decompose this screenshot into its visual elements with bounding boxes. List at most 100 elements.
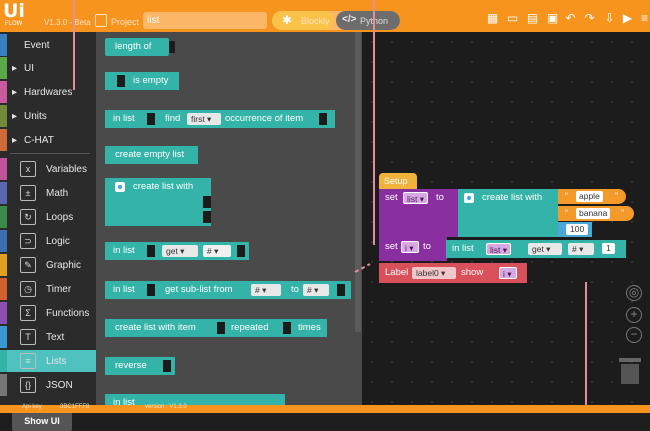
set-list-block[interactable]: set list ▾ to	[379, 189, 459, 237]
first-dropdown[interactable]: first ▾	[187, 113, 221, 125]
from-index-dropdown[interactable]: # ▾	[251, 284, 281, 296]
show-arg-dropdown[interactable]: i ▾	[499, 267, 517, 279]
run-icon[interactable]: ▶	[620, 11, 635, 26]
show-ui-button[interactable]: Show UI	[12, 411, 72, 431]
sidebar-item-math[interactable]: ± Math	[0, 182, 96, 204]
lists-icon: ≡	[20, 353, 36, 369]
block-create-empty-list[interactable]: create empty list	[105, 146, 198, 164]
functions-icon: Σ	[20, 305, 36, 321]
python-mode-button[interactable]: </> Python	[336, 11, 400, 30]
setup-hat-block[interactable]: Setup	[379, 173, 417, 189]
usb-icon[interactable]: ▤	[525, 11, 540, 26]
block-flyout: length of is empty in list find first ▾ …	[96, 32, 362, 406]
logo-subtitle: FLOW	[5, 21, 23, 27]
chat-icon[interactable]: ▭	[505, 11, 520, 26]
recenter-icon[interactable]: ◎	[626, 285, 642, 301]
label-show-block[interactable]: Label label0 ▾ show i ▾	[379, 263, 527, 283]
sidebar-item-loops[interactable]: ↻ Loops	[0, 206, 96, 228]
block-is-empty[interactable]: is empty	[105, 72, 179, 90]
menu-icon[interactable]: ≡	[637, 11, 650, 26]
sidebar-item-label: Logic	[46, 236, 70, 247]
category-sidebar: Event ▸ UI ▸ Hardwares ▸ Units ▸ C-HAT x…	[0, 32, 96, 431]
i-variable-dropdown[interactable]: i ▾	[401, 241, 419, 253]
create-list-with-block[interactable]: create list with	[458, 189, 558, 237]
get-dropdown[interactable]: get ▾	[162, 245, 198, 257]
sidebar-item-label: Text	[46, 332, 65, 343]
logic-icon: ⊃	[20, 233, 36, 249]
sidebar-item-units[interactable]: ▸ Units	[0, 105, 96, 127]
set-i-block[interactable]: set i ▾ to	[379, 237, 447, 261]
list-variable-dropdown[interactable]: list ▾	[486, 243, 512, 255]
expand-arrow-icon: ▸	[12, 111, 18, 122]
expand-arrow-icon: ▸	[12, 63, 18, 74]
sidebar-item-json[interactable]: {} JSON	[0, 374, 96, 396]
blockly-label: Blockly	[301, 16, 330, 26]
project-name-input[interactable]	[143, 12, 267, 29]
top-bar: Ui FLOW V1.3.0 - Beta Project ✱ Blockly …	[0, 0, 650, 32]
block-create-list-repeated[interactable]: create list with item repeated times	[105, 319, 327, 337]
trash-icon[interactable]	[619, 358, 641, 384]
annotation-line	[73, 0, 75, 90]
version-label: V1.3.0 - Beta	[44, 18, 91, 27]
sidebar-item-label: Functions	[46, 308, 90, 319]
block-find-occurrence[interactable]: in list find first ▾ occurrence of item	[105, 110, 335, 128]
index-value[interactable]: 1	[602, 243, 615, 254]
plus-icon[interactable]	[464, 193, 474, 203]
block-create-list-with[interactable]: create list with	[105, 178, 211, 226]
zoom-in-icon[interactable]: +	[626, 307, 642, 323]
sidebar-item-logic[interactable]: ⊃ Logic	[0, 230, 96, 252]
sidebar-item-ui[interactable]: ▸ UI	[0, 57, 96, 79]
json-icon: {}	[20, 377, 36, 393]
sidebar-item-label: JSON	[46, 380, 73, 391]
api-key-label: Api key	[22, 404, 42, 410]
sidebar-item-label: Graphic	[46, 260, 82, 271]
download-icon[interactable]: ⇩	[602, 11, 617, 26]
annotation-line	[373, 0, 375, 245]
sidebar-item-c-hat[interactable]: ▸ C-HAT	[0, 129, 96, 151]
project-icon	[95, 14, 107, 27]
string-banana-block[interactable]: “ banana ”	[558, 206, 634, 221]
project-label: Project	[111, 17, 140, 27]
sidebar-divider	[10, 153, 90, 154]
block-length-of[interactable]: length of	[105, 38, 175, 56]
app-logo: Ui	[3, 0, 25, 22]
flyout-scrollbar[interactable]	[355, 32, 361, 332]
redo-icon[interactable]: ↷	[582, 11, 597, 26]
get-dropdown[interactable]: get ▾	[528, 243, 562, 255]
graphic-icon: ✎	[20, 257, 36, 273]
terminal-icon[interactable]: ▣	[545, 11, 560, 26]
expand-arrow-icon: ▸	[12, 87, 18, 98]
index-mode-dropdown[interactable]: # ▾	[568, 243, 594, 255]
footer-version: version : V1.3.0	[145, 404, 187, 410]
sidebar-item-lists[interactable]: ≡ Lists	[0, 350, 96, 372]
sidebar-item-timer[interactable]: ◷ Timer	[0, 278, 96, 300]
block-list-get[interactable]: in list get ▾ # ▾	[105, 242, 249, 260]
sidebar-item-event[interactable]: Event	[0, 34, 96, 56]
status-bar: Api key 3BC1FFF8 version : V1.3.0	[0, 404, 650, 413]
list-variable-dropdown[interactable]: list ▾	[403, 192, 429, 204]
api-key-value: 3BC1FFF8	[60, 404, 90, 410]
sidebar-item-graphic[interactable]: ✎ Graphic	[0, 254, 96, 276]
zoom-out-icon[interactable]: −	[626, 327, 642, 343]
number-block[interactable]: 100	[558, 222, 592, 237]
index-mode-dropdown[interactable]: # ▾	[203, 245, 231, 257]
timer-icon: ◷	[20, 281, 36, 297]
to-index-dropdown[interactable]: # ▾	[303, 284, 329, 296]
device-icon[interactable]: ▦	[485, 11, 500, 26]
block-reverse[interactable]: reverse	[105, 357, 175, 375]
list-get-block[interactable]: in list list ▾ get ▾ # ▾ 1	[446, 240, 626, 258]
label-name-dropdown[interactable]: label0 ▾	[412, 267, 456, 279]
undo-icon[interactable]: ↶	[563, 11, 578, 26]
block-get-sub-list[interactable]: in list get sub-list from # ▾ to # ▾	[105, 281, 351, 299]
sidebar-item-functions[interactable]: Σ Functions	[0, 302, 96, 324]
plus-icon[interactable]	[115, 182, 125, 192]
blockly-mode-button[interactable]: ✱ Blockly	[272, 11, 334, 30]
sidebar-item-text[interactable]: T Text	[0, 326, 96, 348]
mode-toggle[interactable]: ✱ Blockly </> Python	[272, 11, 400, 30]
sidebar-item-label: Math	[46, 188, 69, 199]
expand-arrow-icon: ▸	[12, 135, 18, 146]
code-icon: </>	[342, 14, 357, 25]
sidebar-item-variables[interactable]: x Variables	[0, 158, 96, 180]
sidebar-item-hardwares[interactable]: ▸ Hardwares	[0, 81, 96, 103]
string-apple-block[interactable]: “ apple ”	[558, 189, 626, 204]
